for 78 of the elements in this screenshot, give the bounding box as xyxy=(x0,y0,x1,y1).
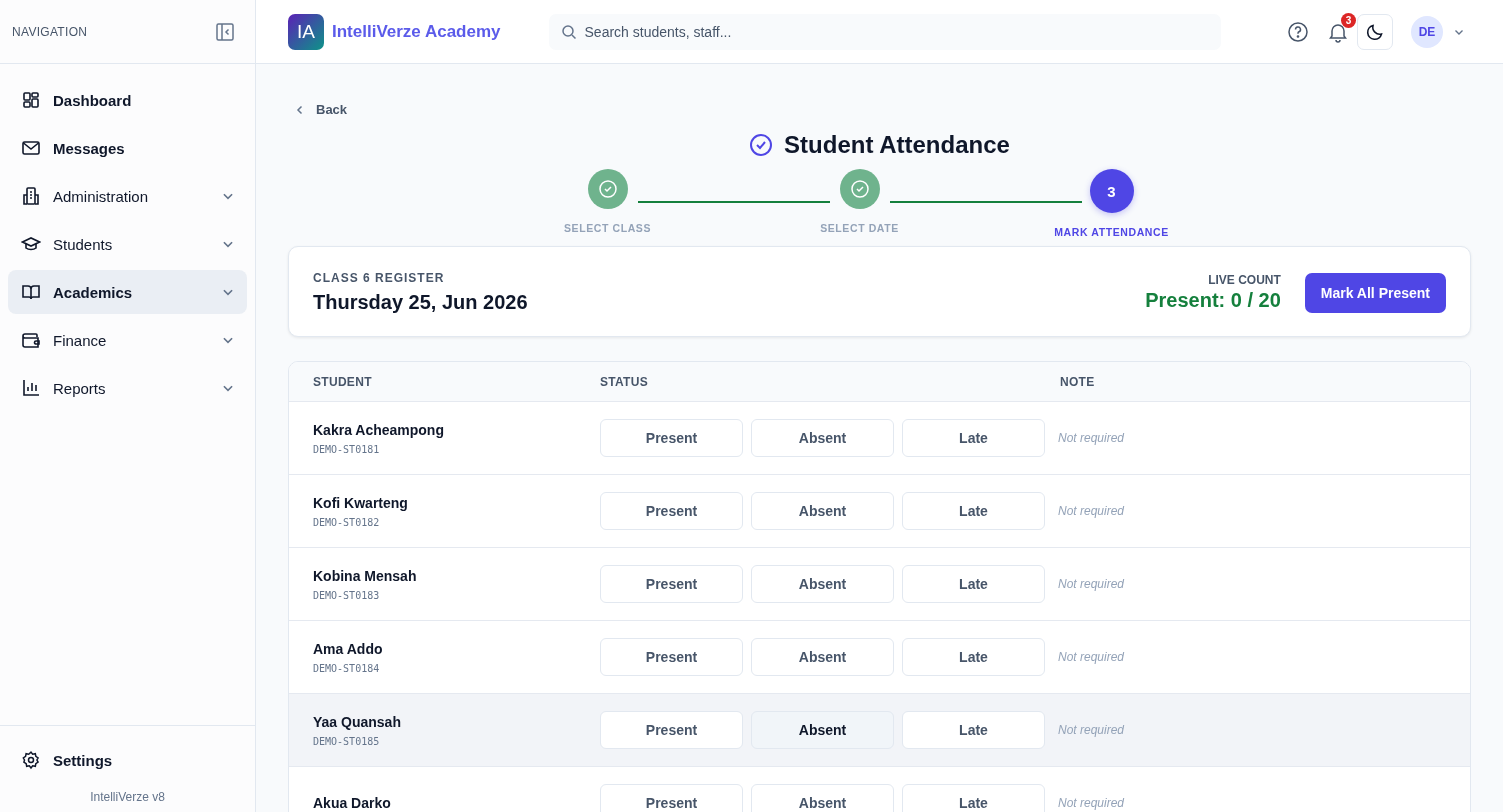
mail-icon xyxy=(21,138,41,158)
status-option[interactable]: Present xyxy=(600,565,743,603)
step-number: 3 xyxy=(1089,169,1134,213)
brand-name: IntelliVerze Academy xyxy=(332,21,501,42)
book-icon xyxy=(21,282,41,302)
check-icon xyxy=(849,179,870,199)
column-header: STATUS xyxy=(600,374,650,389)
student-id: DEMO-ST0185 xyxy=(313,735,380,747)
note-field[interactable]: Not required xyxy=(1058,792,1258,812)
nav-item[interactable]: Academics xyxy=(8,270,247,314)
status-option[interactable]: Present xyxy=(600,784,743,812)
status-option[interactable]: Absent xyxy=(751,784,894,812)
student-name: Akua Darko xyxy=(313,795,391,811)
column-header: NOTE xyxy=(1060,374,1096,389)
search-field[interactable]: Search students, staff... xyxy=(548,13,1221,50)
status-option[interactable]: Late xyxy=(902,784,1045,812)
student-name: Kofi Kwarteng xyxy=(313,494,408,511)
status-option[interactable]: Late xyxy=(902,711,1045,749)
logo: IA xyxy=(288,13,324,50)
status-option[interactable]: Late xyxy=(902,419,1045,457)
settings-item[interactable]: Settings xyxy=(8,738,247,782)
note-field[interactable]: Not required xyxy=(1058,573,1258,595)
step-label: SELECT CLASS xyxy=(563,222,652,234)
navigation-heading: NAVIGATION xyxy=(12,24,88,39)
nav-item[interactable]: Messages xyxy=(8,126,247,170)
nav-item[interactable]: Students xyxy=(8,222,247,266)
note-field[interactable]: Not required xyxy=(1058,646,1258,668)
status-option[interactable]: Late xyxy=(902,492,1045,530)
column-header: STUDENT xyxy=(313,374,373,389)
settings-icon xyxy=(21,750,41,770)
student-name: Yaa Quansah xyxy=(313,713,401,730)
status-option[interactable]: Absent xyxy=(751,419,894,457)
step-label: SELECT DATE xyxy=(820,222,899,234)
status-option[interactable]: Absent xyxy=(751,711,894,749)
building-icon xyxy=(21,186,41,206)
dark-mode-button[interactable] xyxy=(1357,13,1393,50)
student-id: DEMO-ST0184 xyxy=(313,662,380,674)
user-avatar[interactable]: DE xyxy=(1411,15,1443,48)
live-count-label: LIVE COUNT xyxy=(1207,273,1281,287)
status-option[interactable]: Absent xyxy=(751,638,894,676)
notification-badge: 3 xyxy=(1341,12,1356,28)
student-id: DEMO-ST0183 xyxy=(313,589,380,601)
check-circle-icon xyxy=(749,133,774,157)
search-icon xyxy=(560,23,577,40)
back-link[interactable]: Back xyxy=(294,102,348,117)
present-count: Present: 0 / 20 xyxy=(1145,289,1281,312)
check-icon xyxy=(597,179,618,199)
page-title: Student Attendance xyxy=(784,131,1010,159)
status-option[interactable]: Present xyxy=(600,419,743,457)
bar-chart-icon xyxy=(21,378,41,398)
dashboard-icon xyxy=(21,90,41,110)
version-label: IntelliVerze v8 xyxy=(89,790,166,804)
nav-item[interactable]: Finance xyxy=(8,318,247,362)
nav-item[interactable]: Administration xyxy=(8,174,247,218)
note-field[interactable]: Not required xyxy=(1058,500,1258,522)
note-field[interactable]: Not required xyxy=(1058,719,1258,741)
status-option[interactable]: Present xyxy=(600,638,743,676)
student-name: Ama Addo xyxy=(313,640,383,657)
status-option[interactable]: Late xyxy=(902,638,1045,676)
status-option[interactable]: Late xyxy=(902,565,1045,603)
status-option[interactable]: Absent xyxy=(751,565,894,603)
student-name: Kobina Mensah xyxy=(313,567,417,584)
note-field[interactable]: Not required xyxy=(1058,427,1258,449)
status-option[interactable]: Absent xyxy=(751,492,894,530)
status-option[interactable]: Present xyxy=(600,492,743,530)
student-id: DEMO-ST0181 xyxy=(313,443,380,455)
wallet-icon xyxy=(21,330,41,350)
status-option[interactable]: Present xyxy=(600,711,743,749)
class-label: CLASS 6 REGISTER xyxy=(313,271,446,285)
student-name: Kakra Acheampong xyxy=(313,421,444,438)
help-icon[interactable] xyxy=(1287,20,1309,43)
nav-item[interactable]: Reports xyxy=(8,366,247,410)
nav-item[interactable]: Dashboard xyxy=(8,78,247,122)
register-date: Thursday 25, Jun 2026 xyxy=(313,291,528,314)
student-id: DEMO-ST0182 xyxy=(313,516,380,528)
step-label: MARK ATTENDANCE xyxy=(1054,226,1169,238)
mark-all-present-button[interactable]: Mark All Present xyxy=(1304,272,1446,313)
collapse-sidebar-icon[interactable] xyxy=(215,21,235,42)
